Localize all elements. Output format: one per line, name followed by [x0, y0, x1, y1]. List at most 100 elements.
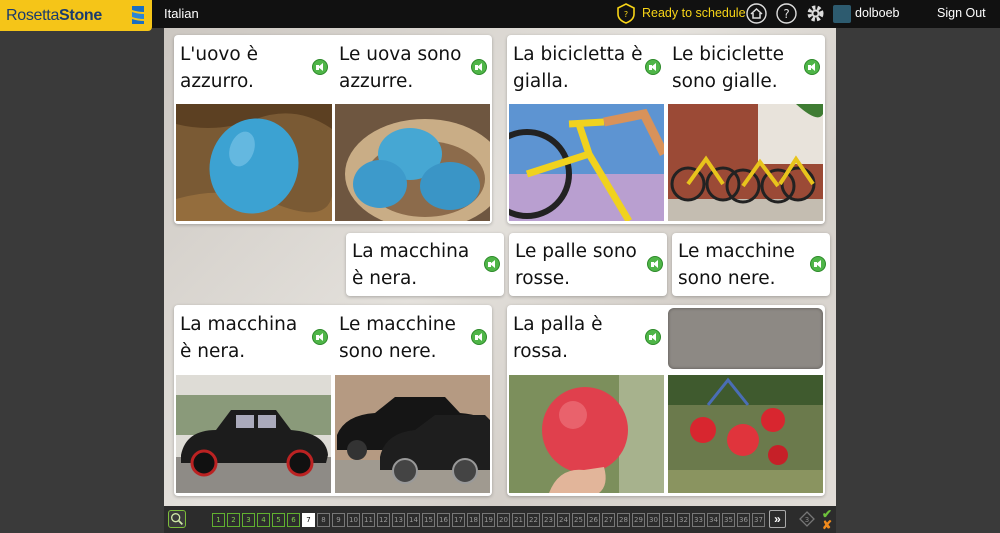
- page-number-box[interactable]: 4: [257, 513, 270, 527]
- sentence-text: Le biciclette sono gialle.: [672, 44, 785, 92]
- sentence-text: La macchina è nera.: [180, 314, 298, 362]
- sentence-cell: La palla è rossa.: [507, 305, 666, 496]
- pair-card-egg: L'uovo è azzurro. Le uova sono azzurre.: [174, 35, 492, 224]
- yellow-bicycle-image[interactable]: [509, 104, 664, 221]
- page-number-box[interactable]: 31: [662, 513, 675, 527]
- speaker-icon[interactable]: [471, 59, 487, 75]
- rosetta-stone-logo[interactable]: RosettaStone: [0, 0, 152, 31]
- zoom-magnifier-icon[interactable]: [168, 510, 186, 528]
- page-number-box[interactable]: 35: [722, 513, 735, 527]
- logo-text-rosetta: Rosetta: [6, 6, 60, 24]
- page-number-box[interactable]: 20: [497, 513, 510, 527]
- svg-text:?: ?: [624, 10, 628, 19]
- sentence-cell: Le uova sono azzurre.: [333, 35, 492, 224]
- blue-eggs-image[interactable]: [335, 104, 490, 221]
- drop-cell: [666, 305, 825, 496]
- page-number-box[interactable]: 7: [302, 513, 315, 527]
- page-number-box[interactable]: 8: [317, 513, 330, 527]
- speaker-icon[interactable]: [484, 256, 500, 272]
- speaker-icon[interactable]: [645, 329, 661, 345]
- page-number-box[interactable]: 18: [467, 513, 480, 527]
- exercise-stage: L'uovo è azzurro. Le uova sono azzurre.: [164, 28, 836, 506]
- sentence-cell: Le biciclette sono gialle.: [666, 35, 825, 224]
- page-number-box[interactable]: 2: [227, 513, 240, 527]
- pair-card-ball: La palla è rossa.: [507, 305, 825, 496]
- page-number-box[interactable]: 6: [287, 513, 300, 527]
- score-value: 3: [805, 516, 809, 524]
- page-number-box[interactable]: 30: [647, 513, 660, 527]
- choice-tile[interactable]: La macchina è nera.: [346, 233, 504, 296]
- pair-card-car: La macchina è nera. Le macchine sono ner…: [174, 305, 492, 496]
- choice-text: Le macchine sono nere.: [678, 241, 795, 289]
- speaker-icon[interactable]: [810, 256, 826, 272]
- logo-mark-icon: [132, 6, 144, 24]
- screen-page-list: 1 2 3 4 5 6 7 8 9 10 11 12 13 14 15 16 17 18 19 20 21 22 23 24 2…: [212, 513, 765, 527]
- blue-egg-image[interactable]: [176, 104, 332, 221]
- page-number-box[interactable]: 11: [362, 513, 375, 527]
- page-number-box[interactable]: 36: [737, 513, 750, 527]
- page-number-box[interactable]: 10: [347, 513, 360, 527]
- choice-text: La macchina è nera.: [352, 241, 470, 289]
- page-number-box[interactable]: 22: [527, 513, 540, 527]
- page-number-box[interactable]: 33: [692, 513, 705, 527]
- black-car-image[interactable]: [176, 375, 331, 493]
- incorrect-cross-icon: ✘: [822, 518, 833, 532]
- choice-tile[interactable]: Le palle sono rosse.: [509, 233, 667, 296]
- page-number-box[interactable]: 34: [707, 513, 720, 527]
- speaker-icon[interactable]: [647, 256, 663, 272]
- page-number-box[interactable]: 26: [587, 513, 600, 527]
- score-diamond-icon: 3: [799, 511, 815, 527]
- page-number-box[interactable]: 24: [557, 513, 570, 527]
- page-number-box[interactable]: 28: [617, 513, 630, 527]
- yellow-bicycles-image[interactable]: [668, 104, 823, 221]
- top-bar: RosettaStone Italian ? Ready to schedule…: [0, 0, 1000, 31]
- page-number-box[interactable]: 37: [752, 513, 765, 527]
- black-cars-image[interactable]: [335, 375, 490, 493]
- course-language[interactable]: Italian: [164, 6, 199, 21]
- page-number-box[interactable]: 9: [332, 513, 345, 527]
- page-number-box[interactable]: 3: [242, 513, 255, 527]
- pair-card-bicycle: La bicicletta è gialla. Le biciclette so…: [507, 35, 825, 224]
- sentence-text: Le uova sono azzurre.: [339, 44, 462, 92]
- red-balls-image[interactable]: [668, 375, 823, 493]
- page-number-box[interactable]: 17: [452, 513, 465, 527]
- page-number-box[interactable]: 23: [542, 513, 555, 527]
- page-number-box[interactable]: 15: [422, 513, 435, 527]
- logo-text-stone: Stone: [59, 6, 102, 24]
- svg-text:?: ?: [783, 7, 789, 21]
- choice-text: Le palle sono rosse.: [515, 241, 637, 289]
- page-number-box[interactable]: 13: [392, 513, 405, 527]
- speaker-icon[interactable]: [312, 59, 328, 75]
- red-ball-image[interactable]: [509, 375, 664, 493]
- page-number-box[interactable]: 32: [677, 513, 690, 527]
- speaker-icon[interactable]: [471, 329, 487, 345]
- page-number-box[interactable]: 21: [512, 513, 525, 527]
- page-number-box[interactable]: 1: [212, 513, 225, 527]
- sign-out-link[interactable]: Sign Out: [937, 6, 986, 20]
- help-icon[interactable]: ?: [776, 3, 797, 24]
- speaker-icon[interactable]: [804, 59, 820, 75]
- page-number-box[interactable]: 19: [482, 513, 495, 527]
- settings-gear-icon[interactable]: [805, 3, 826, 24]
- sentence-cell: La macchina è nera.: [174, 305, 333, 496]
- page-number-box[interactable]: 29: [632, 513, 645, 527]
- schedule-shield-icon[interactable]: ?: [616, 3, 636, 24]
- choice-tile[interactable]: Le macchine sono nere.: [672, 233, 830, 296]
- page-number-box[interactable]: 14: [407, 513, 420, 527]
- username[interactable]: dolboeb: [855, 6, 900, 20]
- sentence-text: Le macchine sono nere.: [339, 314, 456, 362]
- speaker-icon[interactable]: [312, 329, 328, 345]
- sentence-text: La bicicletta è gialla.: [513, 44, 643, 92]
- empty-answer-slot[interactable]: [668, 308, 823, 369]
- speaker-icon[interactable]: [645, 59, 661, 75]
- page-number-box[interactable]: 16: [437, 513, 450, 527]
- next-screen-button[interactable]: »: [769, 510, 786, 528]
- user-avatar[interactable]: [833, 5, 851, 23]
- page-number-box[interactable]: 27: [602, 513, 615, 527]
- page-number-box[interactable]: 12: [377, 513, 390, 527]
- home-icon[interactable]: [746, 3, 767, 24]
- page-number-box[interactable]: 25: [572, 513, 585, 527]
- sentence-cell: L'uovo è azzurro.: [174, 35, 333, 224]
- page-number-box[interactable]: 5: [272, 513, 285, 527]
- schedule-status[interactable]: Ready to schedule: [642, 6, 746, 20]
